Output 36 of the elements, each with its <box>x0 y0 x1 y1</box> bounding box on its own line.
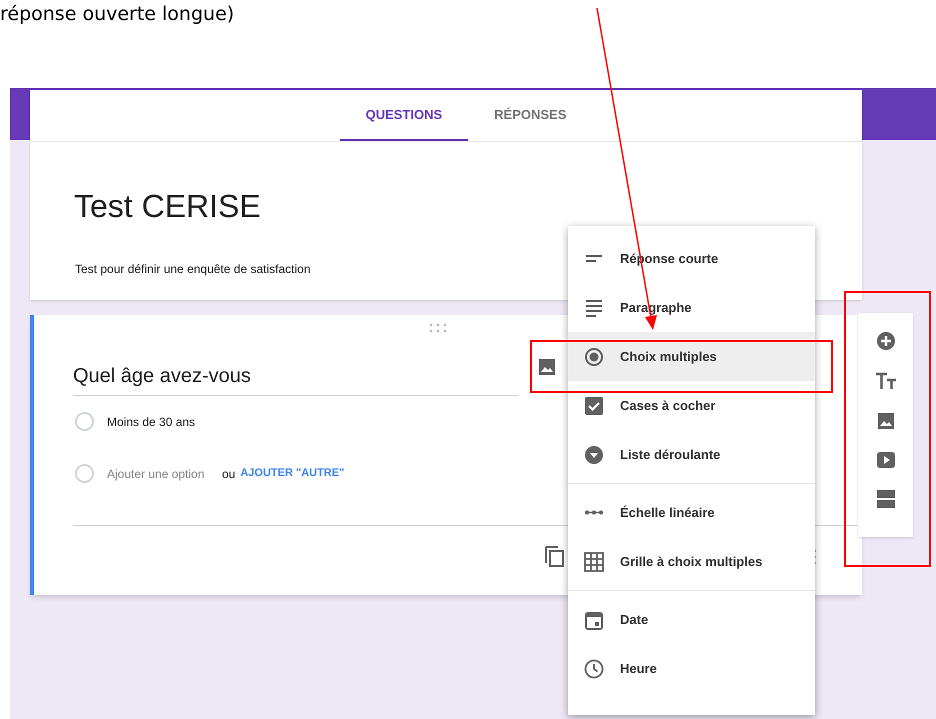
option-label: Moins de 30 ans <box>107 414 196 430</box>
radio-button[interactable] <box>75 412 94 431</box>
paragraph-lines-icon <box>584 298 604 318</box>
tab[interactable]: RÉPONSES <box>468 90 592 141</box>
section-icon[interactable] <box>876 489 896 509</box>
menu-item[interactable]: Grille à choix multiples <box>568 537 815 586</box>
video-icon[interactable] <box>876 451 896 469</box>
form-description: Test pour définir une enquête de satisfaction <box>75 261 312 278</box>
grid-icon <box>584 552 604 572</box>
image-icon[interactable] <box>537 357 557 377</box>
question-title-field[interactable]: Quel âge avez-vous <box>73 361 518 396</box>
annotation-text: réponse ouverte longue) <box>0 2 234 27</box>
menu-item[interactable]: Heure <box>568 644 815 693</box>
text-size-icon[interactable] <box>874 371 896 391</box>
menu-item[interactable]: Liste déroulante <box>568 430 815 479</box>
copy-icon[interactable] <box>544 545 566 569</box>
radio-button[interactable] <box>75 464 94 483</box>
radio-button-icon <box>584 346 604 366</box>
separator-text: ou <box>222 466 236 482</box>
menu-item[interactable]: Choix multiples <box>568 332 815 381</box>
checkbox-icon <box>584 396 604 416</box>
menu-item[interactable]: Date <box>568 595 815 644</box>
form-title: Test CERISE <box>74 187 262 226</box>
add-option-field[interactable]: Ajouter une option <box>107 464 219 482</box>
short-lines-icon <box>584 255 604 262</box>
menu-item[interactable]: Échelle linéaire <box>568 488 815 537</box>
add-other-link[interactable]: AJOUTER "AUTRE" <box>240 465 344 482</box>
clock-icon <box>584 658 604 678</box>
drag-handle-icon[interactable] <box>429 323 447 333</box>
calendar-icon <box>584 610 604 630</box>
image-icon[interactable] <box>876 411 896 431</box>
add-circle-icon[interactable] <box>876 331 896 351</box>
menu-item[interactable]: Cases à cocher <box>568 381 815 430</box>
dotted-line-icon <box>584 510 604 515</box>
dropdown-circle-icon <box>584 444 604 464</box>
tab[interactable]: QUESTIONS <box>340 90 468 141</box>
